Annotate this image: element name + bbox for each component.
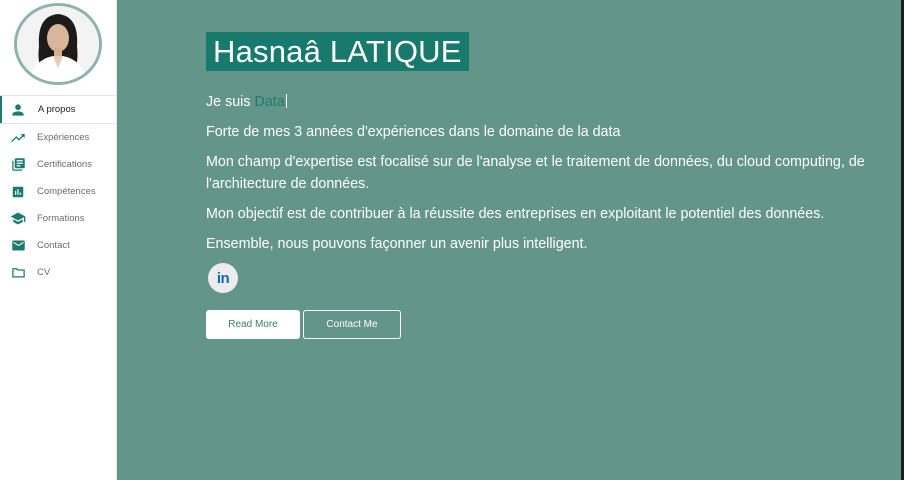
read-more-button[interactable]: Read More — [206, 310, 300, 339]
hero-section: Hasnaâ LATIQUE Je suis Data Forte de mes… — [117, 0, 904, 480]
sidebar-item-label: A propos — [38, 104, 76, 115]
intro-line: Je suis Data — [206, 91, 896, 113]
hero-paragraph: Mon champ d'expertise est focalisé sur d… — [206, 154, 865, 192]
avatar-photo — [17, 6, 99, 82]
graduation-cap-icon — [10, 211, 26, 227]
hero-paragraph: Ensemble, nous pouvons façonner un aveni… — [206, 236, 588, 252]
sidebar-item-label: Expériences — [37, 132, 90, 143]
person-icon — [10, 102, 26, 118]
sidebar-item-formations[interactable]: Formations — [0, 205, 116, 232]
name-highlight: Hasnaâ LATIQUE — [206, 32, 469, 71]
sidebar-item-label: CV — [37, 267, 51, 278]
folder-icon — [10, 265, 26, 281]
contact-me-button[interactable]: Contact Me — [303, 310, 401, 339]
sidebar-item-experiences[interactable]: Expériences — [0, 124, 116, 151]
typed-text: Data — [254, 94, 285, 110]
trending-up-icon — [10, 130, 26, 146]
sidebar-item-cv[interactable]: CV — [0, 259, 116, 286]
intro-prefix: Je suis — [206, 94, 255, 110]
linkedin-icon: in — [216, 269, 230, 287]
hero-content: Je suis Data Forte de mes 3 années d'exp… — [206, 91, 896, 263]
sidebar-item-label: Certifications — [37, 159, 92, 170]
hero-paragraph: Mon objectif est de contribuer à la réus… — [206, 206, 825, 222]
sidebar-item-label: Formations — [37, 213, 85, 224]
mail-icon — [10, 238, 26, 254]
sidebar-item-competences[interactable]: Compétences — [0, 178, 116, 205]
library-books-icon — [10, 157, 26, 173]
bar-chart-icon — [10, 184, 26, 200]
sidebar-item-label: Compétences — [37, 186, 96, 197]
linkedin-link[interactable]: in — [208, 263, 238, 293]
sidebar-item-contact[interactable]: Contact — [0, 232, 116, 259]
sidebar: A propos Expériences Certifications Comp… — [0, 0, 117, 480]
page-title: Hasnaâ LATIQUE — [213, 33, 462, 69]
sidebar-item-a-propos[interactable]: A propos — [0, 95, 116, 124]
avatar — [14, 3, 102, 85]
sidebar-nav: A propos Expériences Certifications Comp… — [0, 95, 116, 286]
sidebar-item-label: Contact — [37, 240, 70, 251]
sidebar-item-certifications[interactable]: Certifications — [0, 151, 116, 178]
hero-paragraph: Forte de mes 3 années d'expériences dans… — [206, 124, 621, 140]
typing-caret — [285, 94, 287, 108]
